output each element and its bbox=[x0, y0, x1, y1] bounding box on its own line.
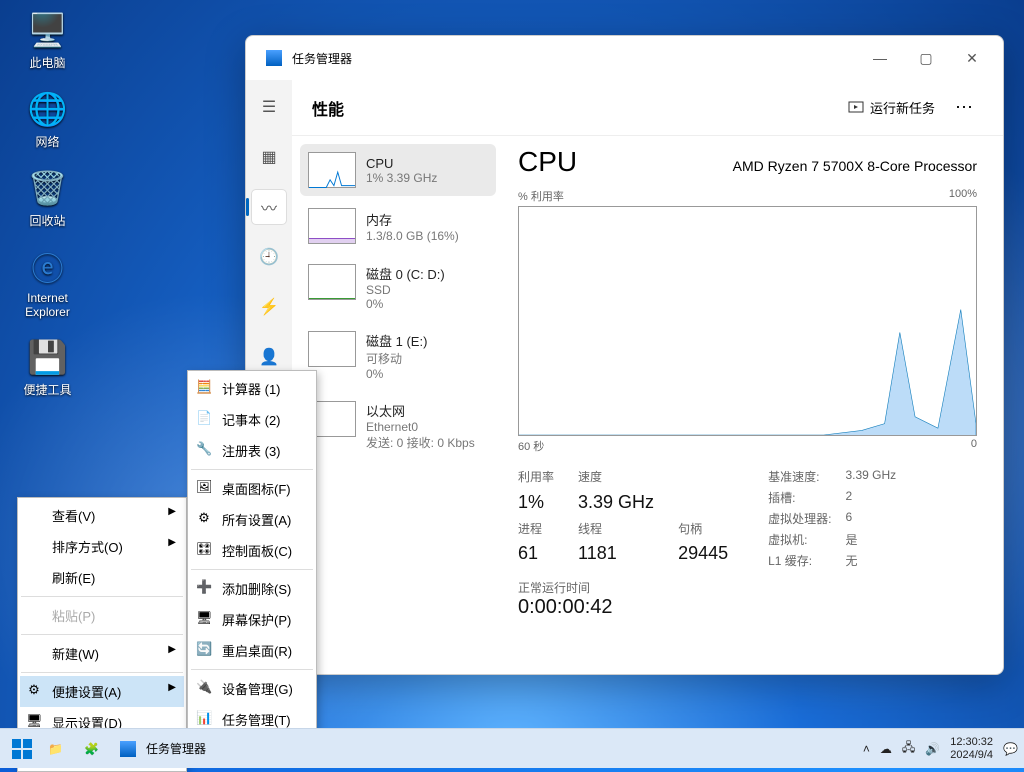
desktop-icons: 🖥️此电脑 🌐网络 🗑️回收站 ⓔInternet Explorer 💾便捷工具 bbox=[10, 10, 85, 416]
mem-thumb bbox=[308, 208, 356, 244]
more-button[interactable]: ⋯ bbox=[945, 93, 983, 122]
uptime-value: 0:00:00:42 bbox=[518, 596, 977, 619]
y-label: % 利用率 bbox=[518, 188, 564, 204]
page-title: 性能 bbox=[312, 96, 838, 120]
clock[interactable]: 12:30:322024/9/4 bbox=[950, 736, 993, 760]
maximize-button[interactable]: ▢ bbox=[903, 42, 949, 74]
perf-item-cpu[interactable]: CPU1% 3.39 GHz bbox=[300, 144, 496, 196]
menu-item: 粘贴(P) bbox=[20, 600, 184, 631]
onedrive-icon[interactable]: ☁ bbox=[880, 742, 892, 756]
menu-item[interactable]: 🖥屏幕保护(P) bbox=[190, 604, 314, 635]
minimize-button[interactable]: — bbox=[857, 42, 903, 74]
uptime-label: 正常运行时间 bbox=[518, 579, 977, 596]
nav-processes[interactable]: ▦ bbox=[252, 140, 286, 174]
close-button[interactable]: ✕ bbox=[949, 42, 995, 74]
perf-item-ethernet[interactable]: 以太网Ethernet0发送: 0 接收: 0 Kbps bbox=[300, 393, 496, 459]
start-button[interactable] bbox=[6, 733, 42, 765]
menu-item[interactable]: 查看(V)▶ bbox=[20, 500, 184, 531]
explorer-button[interactable]: 📁 bbox=[42, 733, 78, 765]
menu-item[interactable]: 新建(W)▶ bbox=[20, 638, 184, 669]
app-icon bbox=[266, 50, 282, 66]
desktop-icon-recycle-bin[interactable]: 🗑️回收站 bbox=[10, 168, 85, 229]
cpu-chart bbox=[518, 206, 977, 436]
menu-item[interactable]: 🔄重启桌面(R) bbox=[190, 635, 314, 666]
menu-item[interactable]: 📄记事本 (2) bbox=[190, 404, 314, 435]
perf-title: CPU bbox=[518, 146, 733, 178]
menu-item[interactable]: 🎛控制面板(C) bbox=[190, 535, 314, 566]
taskbar-task-manager[interactable]: 任务管理器 bbox=[114, 733, 212, 765]
x-left: 60 秒 bbox=[518, 438, 544, 454]
run-new-task-button[interactable]: 运行新任务 bbox=[838, 92, 945, 123]
nav-app-history[interactable]: 🕘 bbox=[252, 240, 286, 274]
perf-main: CPU AMD Ryzen 7 5700X 8-Core Processor %… bbox=[504, 136, 1003, 674]
perf-item-disk0[interactable]: 磁盘 0 (C: D:)SSD0% bbox=[300, 256, 496, 319]
menu-item[interactable]: ⚙所有设置(A) bbox=[190, 504, 314, 535]
menu-item[interactable]: 🔌设备管理(G) bbox=[190, 673, 314, 704]
desktop-icon-network[interactable]: 🌐网络 bbox=[10, 89, 85, 150]
notification-icon[interactable]: 💬 bbox=[1003, 742, 1018, 756]
system-tray[interactable]: ˄ ☁ 🖧 🔊 12:30:322024/9/4 💬 bbox=[863, 736, 1018, 760]
network-icon[interactable]: 🖧 bbox=[902, 738, 915, 759]
x-right: 0 bbox=[971, 438, 977, 454]
chevron-up-icon[interactable]: ˄ bbox=[863, 742, 870, 756]
hamburger-icon[interactable]: ☰ bbox=[252, 90, 286, 124]
desktop-icon-this-pc[interactable]: 🖥️此电脑 bbox=[10, 10, 85, 71]
menu-item[interactable]: 刷新(E) bbox=[20, 562, 184, 593]
cpu-model: AMD Ryzen 7 5700X 8-Core Processor bbox=[733, 158, 977, 174]
menu-item[interactable]: 🖼桌面图标(F) bbox=[190, 473, 314, 504]
menu-item[interactable]: ⚙便捷设置(A)▶ bbox=[20, 676, 184, 707]
taskbar[interactable]: 📁 🧩 任务管理器 ˄ ☁ 🖧 🔊 12:30:322024/9/4 💬 bbox=[0, 728, 1024, 768]
y-max: 100% bbox=[949, 188, 977, 204]
perf-item-disk1[interactable]: 磁盘 1 (E:)可移动0% bbox=[300, 323, 496, 389]
menu-item[interactable]: 排序方式(O)▶ bbox=[20, 531, 184, 562]
menu-item[interactable]: 🧮计算器 (1) bbox=[190, 373, 314, 404]
desktop-icon-tools[interactable]: 💾便捷工具 bbox=[10, 337, 85, 398]
disk0-thumb bbox=[308, 264, 356, 300]
quick-settings-submenu: 🧮计算器 (1)📄记事本 (2)🔧注册表 (3) 🖼桌面图标(F)⚙所有设置(A)… bbox=[187, 370, 317, 738]
edge-button[interactable]: 🧩 bbox=[78, 733, 114, 765]
disk1-thumb bbox=[308, 331, 356, 367]
volume-icon[interactable]: 🔊 bbox=[925, 742, 940, 756]
toolbar: 性能 运行新任务 ⋯ bbox=[292, 80, 1003, 136]
desktop-icon-ie[interactable]: ⓔInternet Explorer bbox=[10, 247, 85, 319]
titlebar[interactable]: 任务管理器 — ▢ ✕ bbox=[246, 36, 1003, 80]
nav-performance[interactable]: 〰 bbox=[252, 190, 286, 224]
cpu-stats: 利用率速度 1%3.39 GHz 进程线程句柄 61118129445 基准速度… bbox=[518, 468, 977, 569]
nav-users[interactable]: 👤 bbox=[252, 340, 286, 374]
nav-startup[interactable]: ⚡ bbox=[252, 290, 286, 324]
perf-item-memory[interactable]: 内存1.3/8.0 GB (16%) bbox=[300, 200, 496, 252]
menu-item[interactable]: 🔧注册表 (3) bbox=[190, 435, 314, 466]
perf-list: CPU1% 3.39 GHz 内存1.3/8.0 GB (16%) 磁盘 0 (… bbox=[292, 136, 504, 674]
task-manager-window: 任务管理器 — ▢ ✕ ☰ ▦ 〰 🕘 ⚡ 👤 ≡ ⚙ 性能 运行新任务 bbox=[245, 35, 1004, 675]
window-title: 任务管理器 bbox=[292, 50, 857, 67]
cpu-thumb bbox=[308, 152, 356, 188]
menu-item[interactable]: ➕添加删除(S) bbox=[190, 573, 314, 604]
run-icon bbox=[848, 100, 864, 116]
